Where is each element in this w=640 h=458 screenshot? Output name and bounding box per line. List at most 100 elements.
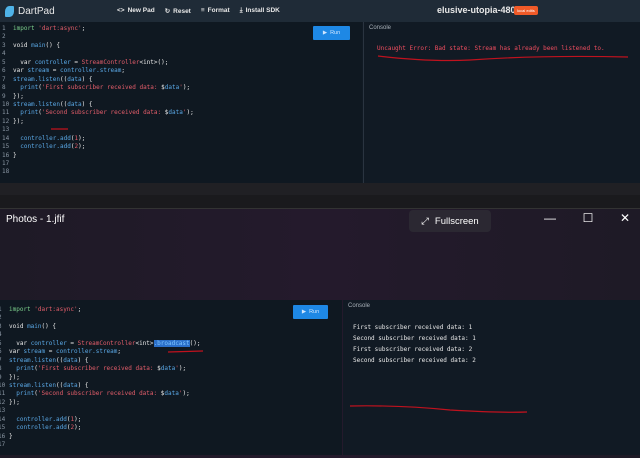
code-line: 16} xyxy=(0,433,200,441)
code-token: main xyxy=(31,41,46,49)
toolbar-button[interactable]: ⤓ Install SDK xyxy=(240,7,280,15)
code-line: 17 xyxy=(0,441,200,449)
line-content: controller.add(1); xyxy=(13,135,85,143)
code-token: ); xyxy=(178,365,187,373)
line-number: 6 xyxy=(0,348,9,356)
close-button[interactable]: ✕ xyxy=(615,211,635,225)
line-number: 3 xyxy=(2,41,6,49)
toolbar-label: Format xyxy=(207,7,230,14)
code-token: } xyxy=(9,432,13,440)
code-line: 9}); xyxy=(0,374,200,382)
line-number: 10 xyxy=(2,100,10,108)
dart-logo-icon xyxy=(5,5,14,17)
line-content: var controller = StreamController<int>.b… xyxy=(9,339,200,348)
console-label: Console xyxy=(369,25,392,31)
code-token: 'dart:async' xyxy=(34,306,78,313)
reset-icon: ↻ xyxy=(164,8,171,15)
pad-title: elusive-utopia-4804 xyxy=(437,5,521,15)
line-content: controller.add(2); xyxy=(13,143,85,151)
app-name: DartPad xyxy=(18,5,55,17)
minimize-button[interactable]: — xyxy=(540,211,560,225)
code-line: 15 controller.add(2); xyxy=(1,143,194,151)
fullscreen-button[interactable]: ⤢ Fullscreen xyxy=(409,210,491,232)
line-content: void main() { xyxy=(13,42,60,50)
line-content: import 'dart:async'; xyxy=(9,306,81,314)
code-line: 5 var controller = StreamController<int>… xyxy=(0,339,200,348)
console-output-line: First subscriber received data: 1 xyxy=(353,324,473,331)
line-number: 12 xyxy=(0,398,6,406)
code-token: void xyxy=(13,41,32,49)
code-token: <int> xyxy=(135,339,154,347)
toolbar-button[interactable]: <> New Pad xyxy=(117,7,155,15)
code-line: 10stream.listen((data) { xyxy=(0,382,200,390)
download-icon: ⤓ xyxy=(239,7,243,14)
line-number: 14 xyxy=(2,134,10,142)
line-number: 18 xyxy=(2,168,10,176)
code-editor[interactable]: 1 import 'dart:async'; 2 3 void main() {4 5 v… xyxy=(0,22,362,183)
maximize-button[interactable]: ☐ xyxy=(578,211,598,225)
line-number: 8 xyxy=(2,84,6,92)
toolbar-label: New Pad xyxy=(127,7,155,14)
console-label: Console xyxy=(348,303,371,309)
code-token: ) { xyxy=(77,381,89,389)
code-token: import xyxy=(9,306,35,313)
play-icon: ▶ xyxy=(322,30,328,36)
dartpad-logo[interactable]: DartPad xyxy=(5,5,117,17)
code-line: 7stream.listen((data) { xyxy=(0,357,200,365)
line-content: stream.listen((data) { xyxy=(13,76,93,84)
toolbar: <> New Pad ↻ Reset ≡ Format ⤓ Install SDK xyxy=(117,7,280,15)
line-number: 16 xyxy=(0,432,6,440)
code-token: stream.listen xyxy=(9,381,56,389)
code-line: 13 xyxy=(1,126,194,134)
code-line: 1import 'dart:async'; xyxy=(0,306,200,314)
line-number: 17 xyxy=(2,160,10,167)
toolbar-button[interactable]: ≡ Format xyxy=(201,7,230,15)
code-line: 15 controller.add(2); xyxy=(0,424,200,432)
line-content: }); xyxy=(13,93,24,101)
toolbar-button[interactable]: ↻ Reset xyxy=(165,7,191,15)
code-token: print xyxy=(20,84,39,92)
photo-console-panel: Console First subscriber received data: … xyxy=(343,300,640,455)
line-content: }); xyxy=(9,374,20,382)
code-token: data xyxy=(164,84,180,92)
code-token: data xyxy=(63,356,78,364)
line-content: var controller = StreamController<int>()… xyxy=(13,59,168,67)
code-token: var xyxy=(13,67,28,75)
code-token: () { xyxy=(41,322,56,330)
console-output-line: First subscriber received data: 2 xyxy=(353,346,473,353)
code-token: var xyxy=(9,348,24,356)
code-token: .broadcast xyxy=(153,339,190,347)
run-button[interactable]: ▶ Run xyxy=(313,26,350,40)
code-token: 'Second subscriber received data: xyxy=(37,390,161,398)
code-token: var xyxy=(13,58,35,66)
code-token: ; xyxy=(117,348,122,356)
code-token: () { xyxy=(45,41,60,49)
line-number: 13 xyxy=(0,407,6,415)
code-token: ); xyxy=(186,109,194,117)
line-number: 6 xyxy=(2,67,6,75)
code-token: 'Second subscriber received data: xyxy=(41,109,165,117)
line-content: print('First subscriber received data: $… xyxy=(9,365,186,373)
line-content: print('First subscriber received data: $… xyxy=(13,84,190,92)
console-output: First subscriber received data: 1 Second … xyxy=(353,322,476,366)
line-number: 13 xyxy=(2,126,10,134)
code-token: data xyxy=(67,75,82,83)
line-number: 15 xyxy=(2,143,10,151)
code-token: 'dart:async' xyxy=(38,25,82,32)
line-number: 2 xyxy=(0,314,9,322)
line-content: var stream = controller.stream; xyxy=(13,67,125,75)
line-number: 5 xyxy=(0,340,9,348)
line-number: 15 xyxy=(0,424,6,432)
code-lines: 1import 'dart:async';23void main() {45 v… xyxy=(0,306,200,449)
code-token: data xyxy=(160,365,176,373)
line-content: controller.add(1); xyxy=(9,416,81,424)
code-token: var xyxy=(9,339,31,347)
code-token: = xyxy=(45,348,56,356)
console-output-line: Second subscriber received data: 2 xyxy=(353,357,476,364)
format-icon: ≡ xyxy=(200,7,205,14)
line-number: 9 xyxy=(0,374,9,382)
code-token: stream xyxy=(23,348,46,356)
line-number: 7 xyxy=(0,357,9,365)
console-panel: Console Uncaught Error: Bad state: Strea… xyxy=(363,22,640,183)
line-number: 11 xyxy=(2,109,10,117)
